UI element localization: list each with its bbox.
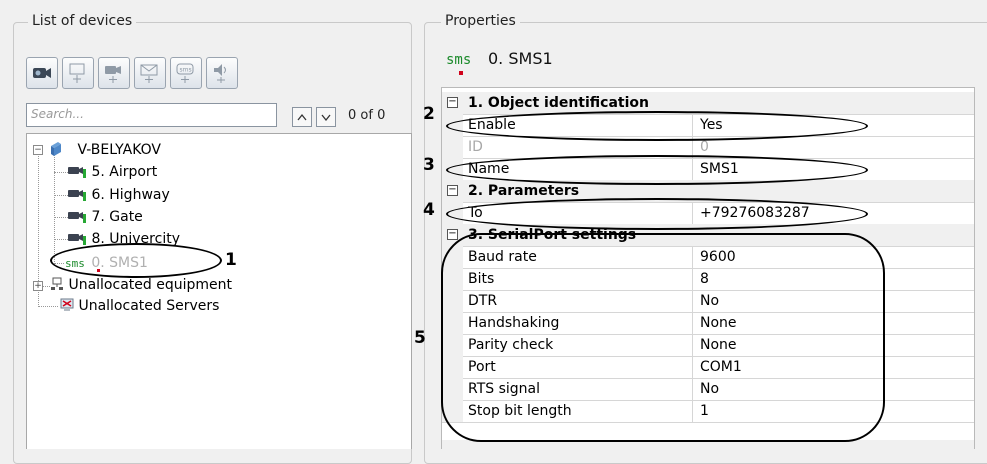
server-collapse-toggle[interactable]: − [33, 145, 43, 155]
annotation-oval-5 [441, 233, 885, 442]
sms-icon: sms [446, 52, 472, 68]
add-sms-icon[interactable]: sms [170, 57, 202, 89]
server-icon [51, 142, 61, 156]
devices-groupbox-title: List of devices [28, 13, 137, 29]
collapse-icon[interactable]: − [447, 185, 458, 196]
server-unallocated-icon [60, 298, 74, 311]
callout-4: 4 [423, 200, 435, 220]
camera-icon [68, 212, 86, 223]
tree-label-unallocated-servers: Unallocated Servers [78, 298, 220, 314]
tree-label-unallocated-equipment: Unallocated equipment [68, 277, 232, 293]
callout-1: 1 [225, 250, 237, 270]
svg-text:sms: sms [180, 67, 192, 74]
chevron-down-icon [321, 114, 331, 121]
network-icon [51, 277, 63, 290]
tree-item-unallocated-servers[interactable]: Unallocated Servers [60, 296, 219, 316]
search-box [26, 103, 277, 127]
object-status-marker [459, 71, 463, 75]
add-object-icon[interactable] [62, 57, 94, 89]
callout-2: 2 [423, 104, 435, 124]
callout-3: 3 [423, 155, 435, 175]
tree-label-device: 7. Gate [91, 209, 143, 225]
add-email-icon[interactable] [134, 57, 166, 89]
chevron-up-icon [297, 113, 307, 121]
tree-label-device: 5. Airport [91, 164, 158, 180]
tree-item-device[interactable]: 6. Highway [67, 185, 170, 205]
annotation-oval-1 [50, 243, 222, 278]
tree-label-server: V-BELYAKOV [77, 142, 161, 158]
collapse-icon[interactable]: − [447, 229, 458, 240]
camera-icon [68, 190, 86, 201]
properties-groupbox-title: Properties [441, 13, 520, 29]
annotation-oval-3 [446, 155, 868, 185]
annotation-oval-4 [446, 198, 868, 230]
previous-result-button[interactable] [292, 107, 312, 127]
annotation-oval-2 [446, 111, 868, 141]
tree-item-server[interactable]: V-BELYAKOV [49, 140, 161, 160]
object-name: 0. SMS1 [488, 49, 553, 68]
add-camera-icon[interactable] [98, 57, 130, 89]
next-result-button[interactable] [316, 107, 336, 127]
camera-icon [68, 234, 86, 245]
collapse-icon[interactable]: − [447, 97, 458, 108]
tree-item-device[interactable]: 7. Gate [67, 207, 143, 227]
search-count: 0 of 0 [348, 108, 386, 123]
callout-5: 5 [414, 328, 426, 348]
search-input[interactable] [27, 104, 275, 124]
tree-item-device[interactable]: 5. Airport [67, 162, 157, 182]
device-tree: − V-BELYAKOV 5. Airport 6. Highway 7. Ga… [26, 133, 412, 449]
tree-item-unallocated-equipment[interactable]: Unallocated equipment [50, 275, 232, 295]
tree-label-device: 6. Highway [91, 187, 170, 203]
camera-icon[interactable] [26, 57, 58, 89]
camera-icon [68, 167, 86, 178]
add-sound-icon[interactable] [206, 57, 238, 89]
unallocated-expand-toggle[interactable]: + [33, 281, 43, 291]
